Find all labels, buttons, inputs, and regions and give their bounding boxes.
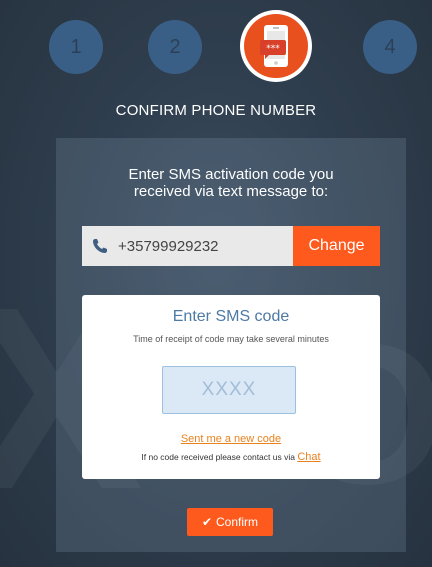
- resend-code-link[interactable]: Sent me a new code: [82, 433, 380, 445]
- phone-row: +35799929232 Change: [82, 226, 380, 266]
- change-phone-button[interactable]: Change: [293, 226, 380, 266]
- step-title: CONFIRM PHONE NUMBER: [115, 102, 317, 119]
- checkmark-icon: ✔: [201, 515, 213, 529]
- sms-code-hint: Time of receipt of code may take several…: [133, 334, 329, 344]
- step-2-number: 2: [169, 35, 181, 58]
- sms-code-title: Enter SMS code: [172, 308, 290, 325]
- sms-code-input[interactable]: [162, 366, 296, 414]
- intro-line-1: Enter SMS activation code you: [128, 166, 334, 183]
- confirm-panel: Enter SMS activation code you received v…: [56, 138, 406, 552]
- svg-text:***: ***: [266, 44, 280, 54]
- step-3-circle: ***: [244, 14, 308, 78]
- phone-number: +35799929232: [118, 237, 219, 255]
- confirm-label: Confirm: [216, 515, 259, 529]
- phone-icon: [82, 238, 118, 254]
- step-1: 1: [49, 20, 103, 74]
- step-2: 2: [148, 20, 202, 74]
- step-1-number: 1: [70, 35, 82, 58]
- step-4: 4: [363, 20, 417, 74]
- intro-text: Enter SMS activation code you received v…: [56, 166, 406, 200]
- intro-line-2: received via text message to:: [133, 183, 329, 200]
- contact-line: If no code received please contact us vi…: [82, 451, 380, 463]
- chat-link[interactable]: Chat: [297, 451, 320, 463]
- sms-phone-icon: ***: [260, 25, 288, 67]
- confirm-button[interactable]: ✔ Confirm: [187, 508, 273, 536]
- contact-text: If no code received please contact us vi…: [141, 452, 295, 462]
- step-progress: 1 2 *** 4: [0, 0, 432, 100]
- sms-code-card: Enter SMS code Time of receipt of code m…: [82, 295, 380, 479]
- step-3-active: ***: [240, 10, 312, 82]
- step-4-number: 4: [384, 35, 396, 58]
